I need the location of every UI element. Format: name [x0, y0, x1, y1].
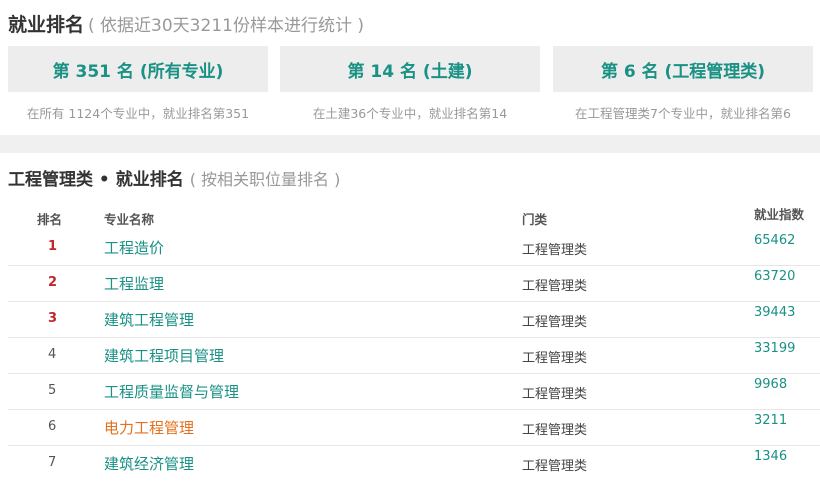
- page-header: 就业排名( 依据近30天3211份样本进行统计 ): [8, 10, 364, 36]
- rank-number: 6: [48, 419, 57, 434]
- rank-card-label: 第 6 名 (工程管理类): [553, 46, 813, 92]
- table-row: 5 工程质量监督与管理 工程管理类 9968: [8, 374, 820, 410]
- employment-index: 1346: [754, 449, 788, 464]
- category-cell: 工程管理类: [522, 351, 588, 366]
- category-cell: 工程管理类: [522, 243, 588, 258]
- header-category: 门类: [522, 212, 548, 227]
- rank-card-civil: 第 14 名 (土建) 在土建36个专业中，就业排名第14: [280, 46, 540, 132]
- header-rank: 排名: [37, 212, 63, 227]
- major-link[interactable]: 建筑工程管理: [104, 309, 194, 330]
- section-subtitle: ( 按相关职位量排名 ): [189, 170, 341, 189]
- rank-number: 7: [48, 455, 57, 470]
- rank-number: 5: [48, 383, 57, 398]
- table-row: 3 建筑工程管理 工程管理类 39443: [8, 302, 820, 338]
- rank-card-label: 第 14 名 (土建): [280, 46, 540, 92]
- major-link[interactable]: 建筑工程项目管理: [104, 345, 224, 366]
- employment-index: 9968: [754, 377, 788, 392]
- employment-index: 63720: [754, 269, 796, 284]
- category-cell: 工程管理类: [522, 279, 588, 294]
- page-title: 就业排名: [8, 14, 85, 36]
- employment-index: 33199: [754, 341, 796, 356]
- employment-index: 39443: [754, 305, 796, 320]
- header-index: 就业指数: [754, 207, 805, 222]
- category-cell: 工程管理类: [522, 387, 588, 402]
- rank-number: 2: [48, 275, 58, 290]
- major-link-current[interactable]: 电力工程管理: [104, 417, 194, 438]
- table-row: 2 工程监理 工程管理类 63720: [8, 266, 820, 302]
- page-subtitle: ( 依据近30天3211份样本进行统计 ): [88, 16, 364, 36]
- table-row-current: 6 电力工程管理 工程管理类 3211: [8, 410, 820, 446]
- table-row: 1 工程造价 工程管理类 65462: [8, 230, 820, 266]
- rank-number: 3: [48, 311, 58, 326]
- rank-card-desc: 在土建36个专业中，就业排名第14: [312, 105, 508, 121]
- table-row: 4 建筑工程项目管理 工程管理类 33199: [8, 338, 820, 374]
- table-row: 7 建筑经济管理 工程管理类 1346: [8, 446, 820, 481]
- major-link[interactable]: 工程质量监督与管理: [104, 381, 239, 402]
- major-link[interactable]: 工程监理: [104, 273, 164, 294]
- employment-index: 65462: [754, 233, 796, 248]
- category-cell: 工程管理类: [522, 423, 588, 438]
- section-title: 工程管理类 • 就业排名: [8, 170, 184, 190]
- rank-card-overall: 第 351 名 (所有专业) 在所有 1124个专业中，就业排名第351: [8, 46, 268, 132]
- employment-index: 3211: [754, 413, 788, 428]
- rank-number: 4: [48, 347, 57, 362]
- major-link[interactable]: 建筑经济管理: [104, 453, 194, 474]
- major-link[interactable]: 工程造价: [104, 237, 164, 258]
- category-cell: 工程管理类: [522, 315, 588, 330]
- rank-card-desc: 在工程管理类7个专业中，就业排名第6: [575, 105, 791, 121]
- rank-cards: 第 351 名 (所有专业) 在所有 1124个专业中，就业排名第351 第 1…: [8, 46, 820, 132]
- rank-number: 1: [48, 239, 58, 254]
- header-name: 专业名称: [104, 212, 155, 227]
- rank-card-label: 第 351 名 (所有专业): [8, 46, 268, 92]
- rank-card-category: 第 6 名 (工程管理类) 在工程管理类7个专业中，就业排名第6: [553, 46, 813, 132]
- ranking-table: 排名 专业名称 门类 就业指数 1 工程造价 工程管理类 65462 2 工程监…: [8, 200, 820, 481]
- rank-card-desc: 在所有 1124个专业中，就业排名第351: [26, 105, 250, 121]
- section-divider: [0, 135, 820, 153]
- category-cell: 工程管理类: [522, 459, 588, 474]
- table-header: 排名 专业名称 门类 就业指数: [8, 200, 820, 230]
- section-header: 工程管理类 • 就业排名 ( 按相关职位量排名 ): [8, 165, 340, 191]
